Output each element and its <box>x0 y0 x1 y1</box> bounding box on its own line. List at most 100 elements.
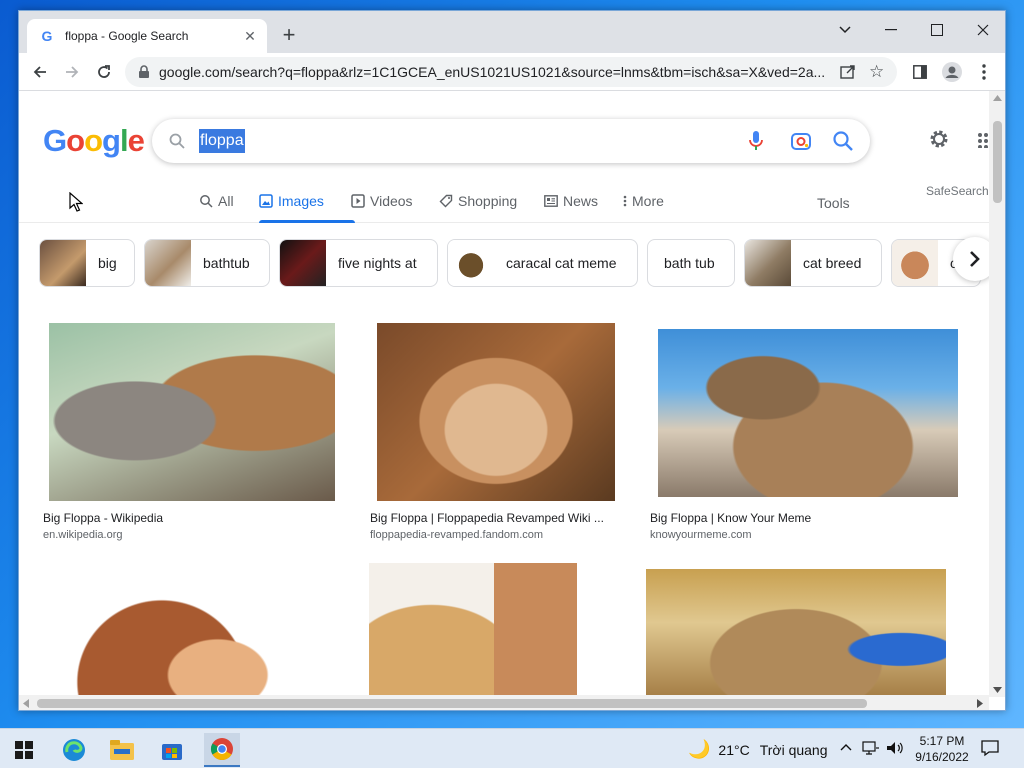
forward-button[interactable] <box>59 59 85 85</box>
result-image[interactable] <box>369 563 577 697</box>
chrome-app[interactable] <box>204 733 240 767</box>
minimize-button[interactable] <box>871 17 911 43</box>
folder-icon <box>110 740 134 760</box>
tab-all[interactable]: All <box>199 193 234 209</box>
tab-videos[interactable]: Videos <box>351 193 413 209</box>
weather-text: Trời quang <box>759 741 828 758</box>
mouse-cursor-icon <box>69 192 83 212</box>
horizontal-scrollbar[interactable] <box>19 695 989 710</box>
image-result[interactable]: Big Floppa | Know Your Meme knowyourmeme… <box>645 323 969 543</box>
result-image[interactable] <box>658 329 958 497</box>
chip-bath-tub[interactable]: bath tub <box>647 239 735 287</box>
vertical-scroll-thumb[interactable] <box>993 121 1002 203</box>
scroll-left-icon[interactable] <box>23 699 29 708</box>
clock-date: 9/16/2022 <box>915 750 969 764</box>
related-chips: big bathtub five nights at caracal cat m… <box>19 239 989 289</box>
lock-icon <box>139 65 149 78</box>
scroll-up-icon[interactable] <box>993 95 1002 101</box>
menu-kebab-icon[interactable] <box>973 61 995 83</box>
weather-widget[interactable]: 🌙 21°C Trời quang <box>688 739 828 760</box>
result-image[interactable] <box>61 563 285 697</box>
chrome-icon <box>211 738 233 760</box>
browser-toolbar: google.com/search?q=floppa&rlz=1C1GCEA_e… <box>19 53 1005 91</box>
microphone-icon[interactable] <box>748 130 764 152</box>
chip-thumbnail <box>892 240 938 286</box>
tab-more[interactable]: More <box>623 193 664 209</box>
start-button[interactable] <box>6 733 42 767</box>
chevron-up-icon[interactable] <box>840 743 852 751</box>
google-apps-icon[interactable] <box>977 132 989 148</box>
camera-lens-icon[interactable] <box>790 130 812 152</box>
profile-avatar-icon[interactable] <box>941 61 963 83</box>
active-tab-indicator <box>259 220 355 223</box>
image-result[interactable]: Big Floppa | Floppapedia Revamped Wiki .… <box>365 323 625 543</box>
chevron-right-icon <box>970 251 980 267</box>
chip-thumbnail <box>145 240 191 286</box>
tools-button[interactable]: Tools <box>817 195 850 211</box>
image-result[interactable]: Big Floppa - Wikipedia en.wikipedia.org <box>39 323 347 543</box>
search-input[interactable]: floppa <box>199 129 245 153</box>
result-title[interactable]: Big Floppa - Wikipedia <box>43 511 163 525</box>
edge-app[interactable] <box>56 733 92 767</box>
chip-caracal-cat-meme[interactable]: caracal cat meme <box>447 239 638 287</box>
vertical-scrollbar[interactable] <box>989 91 1005 697</box>
image-result[interactable] <box>621 563 969 697</box>
horizontal-scroll-thumb[interactable] <box>37 699 867 708</box>
windows-logo-icon <box>15 741 33 759</box>
result-source: en.wikipedia.org <box>43 529 123 541</box>
system-clock[interactable]: 5:17 PM 9/16/2022 <box>912 733 972 765</box>
chip-thumbnail <box>280 240 326 286</box>
tab-strip: G floppa - Google Search ✕ + <box>19 11 1005 53</box>
reload-button[interactable] <box>91 59 117 85</box>
settings-gear-icon[interactable] <box>927 127 951 151</box>
scroll-right-icon[interactable] <box>977 699 983 708</box>
store-app[interactable] <box>154 733 190 767</box>
tab-title: floppa - Google Search <box>65 29 189 43</box>
safesearch-button[interactable]: SafeSearch <box>926 184 989 198</box>
tab-news[interactable]: News <box>544 193 598 209</box>
tab-shopping[interactable]: Shopping <box>439 193 517 209</box>
search-submit-icon[interactable] <box>832 130 854 152</box>
result-source: floppapedia-revamped.fandom.com <box>370 529 544 541</box>
notification-icon[interactable] <box>980 738 1000 758</box>
tab-images[interactable]: Images <box>259 193 324 209</box>
edge-icon <box>63 739 85 761</box>
chip-bathtub[interactable]: bathtub <box>144 239 270 287</box>
store-icon <box>162 744 182 760</box>
result-image[interactable] <box>646 569 946 697</box>
file-explorer-app[interactable] <box>104 733 140 767</box>
maximize-button[interactable] <box>917 17 957 43</box>
result-image[interactable] <box>377 323 615 501</box>
chip-thumbnail <box>745 240 791 286</box>
chips-next-button[interactable] <box>953 237 989 281</box>
network-icon[interactable] <box>862 740 880 756</box>
tab-search-icon[interactable] <box>825 17 865 43</box>
chip-big[interactable]: big <box>39 239 135 287</box>
google-logo[interactable]: Google <box>43 123 145 159</box>
volume-icon[interactable] <box>886 740 904 756</box>
result-image[interactable] <box>49 323 335 501</box>
result-title[interactable]: Big Floppa | Know Your Meme <box>650 511 811 525</box>
chip-five-nights-at[interactable]: five nights at <box>279 239 438 287</box>
url-text: google.com/search?q=floppa&rlz=1C1GCEA_e… <box>159 64 826 80</box>
scroll-down-icon[interactable] <box>993 687 1002 693</box>
bookmark-star-icon[interactable]: ☆ <box>869 62 884 82</box>
share-icon[interactable] <box>839 63 857 81</box>
browser-tab[interactable]: G floppa - Google Search ✕ <box>27 19 267 53</box>
result-title[interactable]: Big Floppa | Floppapedia Revamped Wiki .… <box>370 511 604 525</box>
search-results-page: Google floppa All Images Videos Shopping… <box>19 91 989 697</box>
image-result[interactable] <box>39 563 327 697</box>
address-bar[interactable]: google.com/search?q=floppa&rlz=1C1GCEA_e… <box>125 57 897 87</box>
tag-icon <box>439 194 453 208</box>
search-box[interactable]: floppa <box>152 119 870 163</box>
tab-close-icon[interactable]: ✕ <box>241 28 259 45</box>
back-button[interactable] <box>27 59 53 85</box>
chip-thumbnail <box>448 240 494 286</box>
side-panel-icon[interactable] <box>909 61 931 83</box>
image-result[interactable] <box>347 563 601 697</box>
taskbar: 🌙 21°C Trời quang 5:17 PM 9/16/2022 <box>0 728 1024 768</box>
chip-cat-breed[interactable]: cat breed <box>744 239 882 287</box>
search-icon <box>169 133 185 149</box>
close-window-button[interactable] <box>963 17 1003 43</box>
new-tab-button[interactable]: + <box>277 23 301 47</box>
